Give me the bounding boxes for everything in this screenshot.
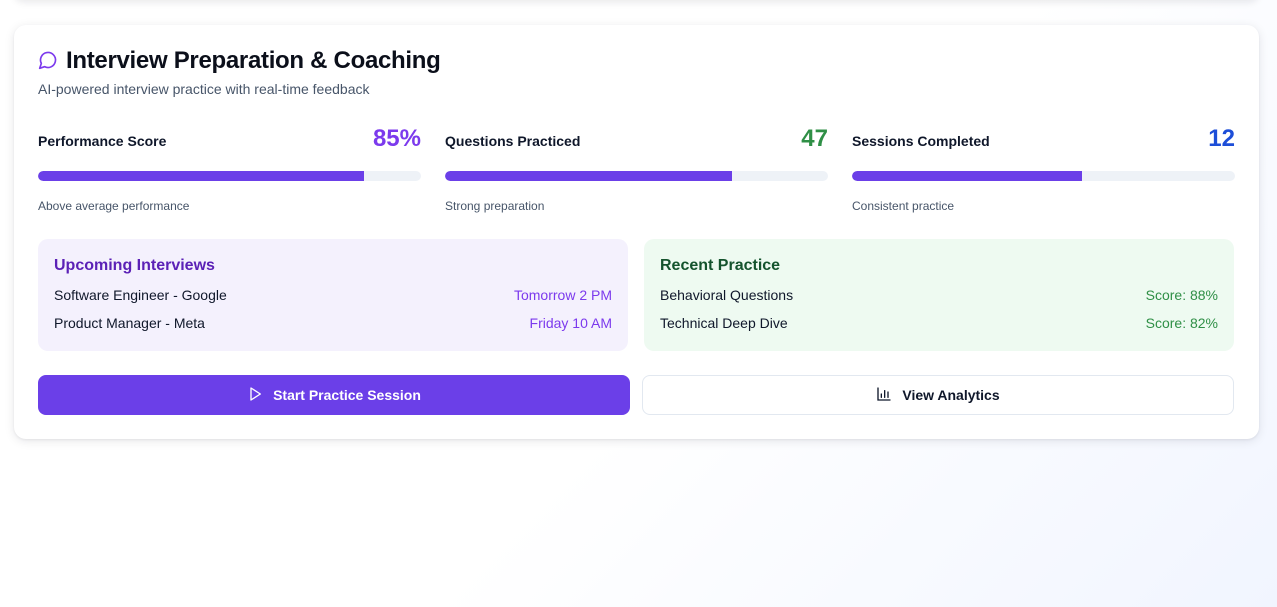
metric-label: Performance Score [38,133,167,149]
interview-prep-card: Interview Preparation & Coaching AI-powe… [14,25,1259,439]
card-header: Interview Preparation & Coaching AI-powe… [38,47,441,97]
practice-name: Behavioral Questions [660,287,794,303]
metric-value: 85% [372,125,421,152]
metric-sessions-completed: Sessions Completed 12 Consistent practic… [852,125,1235,213]
bar-chart-icon [876,386,892,405]
metric-note: Strong preparation [445,199,545,213]
metric-questions-practiced: Questions Practiced 47 Strong preparatio… [445,125,828,213]
metric-label: Sessions Completed [852,133,990,149]
title-row: Interview Preparation & Coaching [38,47,441,75]
metric-label: Questions Practiced [445,133,581,149]
metric-value: 47 [801,125,828,152]
actions-row: Start Practice Session View Analytics [38,375,1235,415]
view-analytics-button[interactable]: View Analytics [642,375,1234,415]
metric-note: Above average performance [38,199,190,213]
metrics-row: Performance Score 85% Above average perf… [38,125,1235,213]
list-item[interactable]: Behavioral Questions Score: 88% [660,281,1218,309]
page-subtitle: AI-powered interview practice with real-… [38,81,370,97]
recent-practice-panel: Recent Practice Behavioral Questions Sco… [644,239,1234,351]
progress-fill [38,171,364,181]
view-analytics-label: View Analytics [902,387,1000,403]
panel-title: Recent Practice [660,257,781,274]
list-item[interactable]: Product Manager - Meta Friday 10 AM [54,309,612,337]
list-item[interactable]: Technical Deep Dive Score: 82% [660,309,1218,337]
play-icon [247,386,263,405]
metric-value: 12 [1208,125,1235,152]
metric-note: Consistent practice [852,199,955,213]
progress-fill [445,171,733,181]
practice-score: Score: 88% [1145,287,1218,303]
progress-fill [852,171,1082,181]
page-title: Interview Preparation & Coaching [66,47,441,74]
progress-bar [852,171,1235,181]
panel-title: Upcoming Interviews [54,257,215,274]
interview-time: Friday 10 AM [529,315,612,331]
interview-name: Product Manager - Meta [54,315,205,331]
interview-name: Software Engineer - Google [54,287,227,303]
interview-time: Tomorrow 2 PM [513,287,612,303]
practice-name: Technical Deep Dive [660,315,788,331]
metric-performance-score: Performance Score 85% Above average perf… [38,125,421,213]
practice-score: Score: 82% [1145,315,1218,331]
progress-bar [445,171,828,181]
progress-bar [38,171,421,181]
chat-bubble-icon [38,47,58,75]
upcoming-interviews-panel: Upcoming Interviews Software Engineer - … [38,239,628,351]
start-practice-label: Start Practice Session [273,387,421,403]
list-item[interactable]: Software Engineer - Google Tomorrow 2 PM [54,281,612,309]
start-practice-button[interactable]: Start Practice Session [38,375,630,415]
panels-row: Upcoming Interviews Software Engineer - … [38,239,1235,351]
